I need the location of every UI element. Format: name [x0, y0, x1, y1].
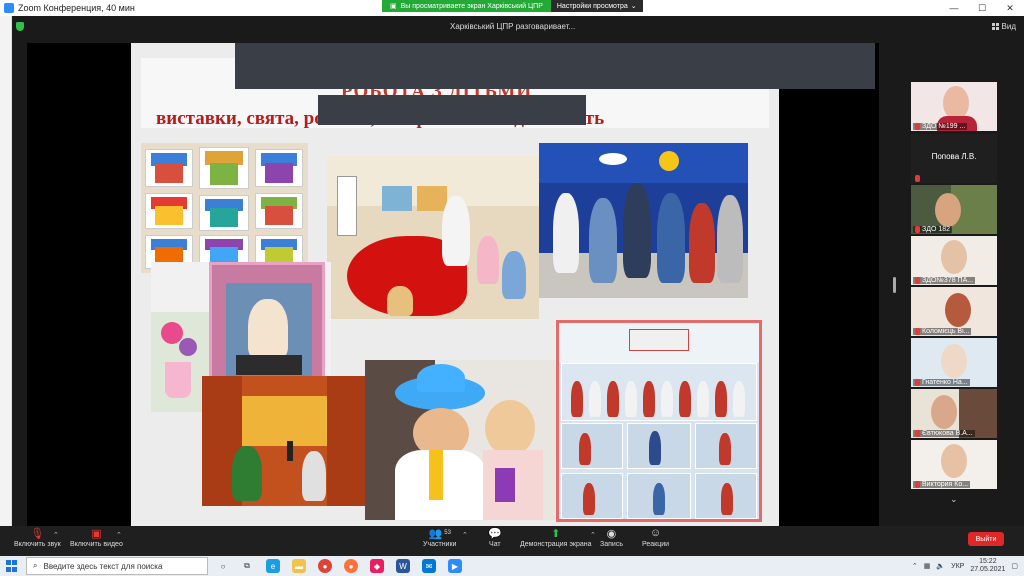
maximize-button[interactable]: ☐: [968, 0, 996, 16]
mic-muted-icon: [915, 379, 920, 386]
video-options-caret[interactable]: ⌃: [116, 531, 122, 539]
participant-tile[interactable]: ЗДО№378 ПА...: [911, 236, 997, 285]
photo-classroom-activity: [327, 156, 539, 319]
start-video-button[interactable]: ▣ Включить видео: [70, 527, 123, 549]
participant-tile[interactable]: Виктория Ко...: [911, 440, 997, 489]
chevron-up-icon[interactable]: ⌃: [912, 562, 918, 570]
search-icon: ⌕: [33, 561, 38, 570]
audio-options-caret[interactable]: ⌃: [53, 531, 59, 539]
camera-off-icon: ▣: [91, 527, 102, 540]
participant-tile[interactable]: Попова Л.В.: [911, 134, 997, 183]
mic-muted-icon: [915, 226, 920, 233]
photo-children-drawings: [141, 143, 308, 273]
photo-puppet-theatre: [202, 376, 367, 506]
grid-icon: [991, 23, 999, 30]
network-icon[interactable]: ▦: [924, 562, 931, 570]
word-icon[interactable]: W: [396, 559, 410, 573]
chat-button[interactable]: 💬 Чат: [488, 527, 502, 549]
keyboard-language[interactable]: УКР: [951, 563, 964, 570]
paint-icon[interactable]: ◆: [370, 559, 384, 573]
share-status: ▣ Вы просматриваете экран Харківський ЦП…: [382, 0, 551, 12]
edge-icon[interactable]: e: [266, 559, 280, 573]
participants-button[interactable]: 👥 53 Участники: [423, 527, 456, 549]
participant-tile[interactable]: Гнатенко На...: [911, 338, 997, 387]
firefox-icon[interactable]: ●: [344, 559, 358, 573]
redaction-box: [318, 95, 586, 125]
mic-muted-icon: [915, 277, 920, 284]
participant-tile[interactable]: Євтюкова В.А...: [911, 389, 997, 438]
left-edge-strip: [0, 16, 12, 556]
zoom-icon: [4, 3, 14, 13]
participant-tile[interactable]: Коломієць Ві...: [911, 287, 997, 336]
share-banner: ▣ Вы просматриваете экран Харківський ЦП…: [382, 0, 643, 12]
participant-tile[interactable]: ЗДО №199 ...: [911, 82, 997, 131]
meeting-toolbar: [0, 526, 1024, 556]
chevron-down-icon[interactable]: ⌄: [950, 494, 958, 505]
leave-button[interactable]: Выйти: [968, 532, 1004, 546]
screen-share-icon: ▣: [390, 3, 397, 10]
taskbar-clock[interactable]: 15:22 27.05.2021: [970, 558, 1005, 574]
cortana-icon[interactable]: ○: [216, 559, 230, 573]
participant-tile[interactable]: ЗДО 182: [911, 185, 997, 234]
participants-options-caret[interactable]: ⌃: [462, 531, 468, 539]
active-speaker-label: Харківський ЦПР разговаривает...: [450, 22, 576, 31]
panel-resize-handle[interactable]: [893, 277, 896, 293]
mic-muted-icon: [915, 123, 920, 130]
photo-teacher-blue-hat: [365, 360, 557, 520]
redaction-box-top: [235, 43, 875, 89]
share-screen-icon: ⬆: [551, 527, 561, 540]
chevron-down-icon: ⌄: [630, 3, 637, 10]
mail-icon[interactable]: ✉: [422, 559, 436, 573]
notifications-icon[interactable]: ▢: [1011, 562, 1018, 570]
zoom-taskbar-icon[interactable]: ▶: [448, 559, 462, 573]
presentation-slide: РОБОТА З ДІТЬМИ виставки, свята, розваги…: [131, 43, 779, 526]
chrome-icon[interactable]: ●: [318, 559, 332, 573]
window-title: Zoom Конференция, 40 мин: [18, 3, 135, 13]
smiley-icon: ☺: [649, 527, 662, 539]
minimize-button[interactable]: —: [940, 0, 968, 16]
view-options-button[interactable]: Настройки просмотра ⌄: [550, 0, 643, 12]
mic-muted-icon: [915, 175, 920, 182]
taskbar-search[interactable]: ⌕ Введите здесь текст для поиска: [26, 557, 208, 575]
close-button[interactable]: ✕: [996, 0, 1024, 16]
photo-dance-collage: [556, 320, 762, 522]
photo-children-with-puppets: [539, 143, 748, 298]
record-button[interactable]: ◉ Запись: [600, 527, 623, 549]
file-explorer-icon[interactable]: ▬: [292, 559, 306, 573]
windows-start-icon[interactable]: [6, 560, 18, 572]
app-title: Zoom Конференция, 40 мин: [0, 3, 135, 13]
window-controls: — ☐ ✕: [940, 0, 1024, 16]
reactions-button[interactable]: ☺ Реакции: [642, 527, 669, 548]
volume-icon[interactable]: 🔈: [936, 562, 945, 570]
mic-off-icon: 🎙: [30, 527, 45, 540]
security-shield-icon[interactable]: [16, 22, 24, 31]
share-options-caret[interactable]: ⌃: [590, 531, 596, 539]
mic-muted-icon: [915, 430, 920, 437]
task-view-icon[interactable]: ⧉: [240, 559, 254, 573]
chat-icon: 💬: [488, 527, 502, 540]
system-tray: ⌃ ▦ 🔈 УКР 15:22 27.05.2021 ▢: [912, 557, 1018, 575]
record-icon: ◉: [606, 527, 617, 540]
mic-muted-icon: [915, 481, 920, 488]
view-button[interactable]: Вид: [991, 22, 1016, 31]
share-screen-button[interactable]: ⬆ Демонстрация экрана: [520, 527, 592, 549]
participants-count: 53: [444, 530, 451, 536]
mic-muted-icon: [915, 328, 920, 335]
participants-icon: 👥: [428, 527, 443, 540]
